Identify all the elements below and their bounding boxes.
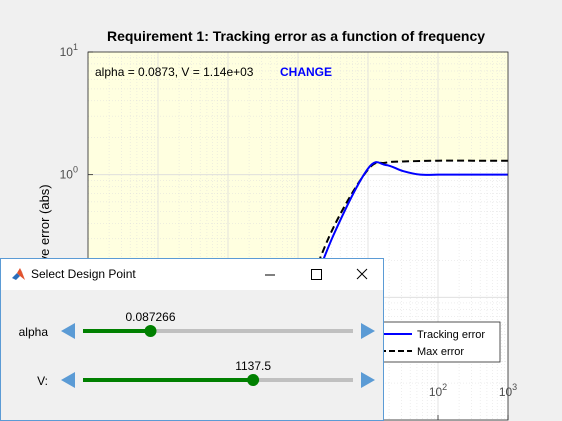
chart-title: Requirement 1: Tracking error as a funct… [107,28,485,44]
maximize-button[interactable] [293,259,339,290]
alpha-label: alpha [18,325,48,339]
matlab-icon [12,268,25,280]
minimize-button[interactable] [247,259,293,290]
dialog-title: Select Design Point [31,267,136,281]
change-link[interactable]: CHANGE [280,65,332,79]
v-label: V: [37,374,48,388]
alpha-decrement-arrow-icon[interactable] [61,323,75,339]
v-slider-thumb[interactable] [247,374,260,386]
select-design-point-dialog: Select Design Point alpha 0.087266 V: 11… [0,258,384,421]
close-button[interactable] [339,259,385,290]
alpha-increment-arrow-icon[interactable] [361,323,375,339]
alpha-slider[interactable] [61,316,375,346]
v-decrement-arrow-icon[interactable] [61,372,75,388]
design-point-status: alpha = 0.0873, V = 1.14e+03 [95,65,254,79]
legend-tracking-label: Tracking error [417,329,485,341]
legend: Tracking error Max error [374,321,501,363]
maximize-icon [311,269,322,280]
alpha-slider-thumb[interactable] [144,325,157,337]
legend-max-label: Max error [417,346,464,358]
v-slider[interactable] [61,365,375,395]
close-icon [356,268,368,280]
dialog-titlebar[interactable]: Select Design Point [1,259,383,290]
minimize-icon [265,274,275,276]
v-increment-arrow-icon[interactable] [361,372,375,388]
